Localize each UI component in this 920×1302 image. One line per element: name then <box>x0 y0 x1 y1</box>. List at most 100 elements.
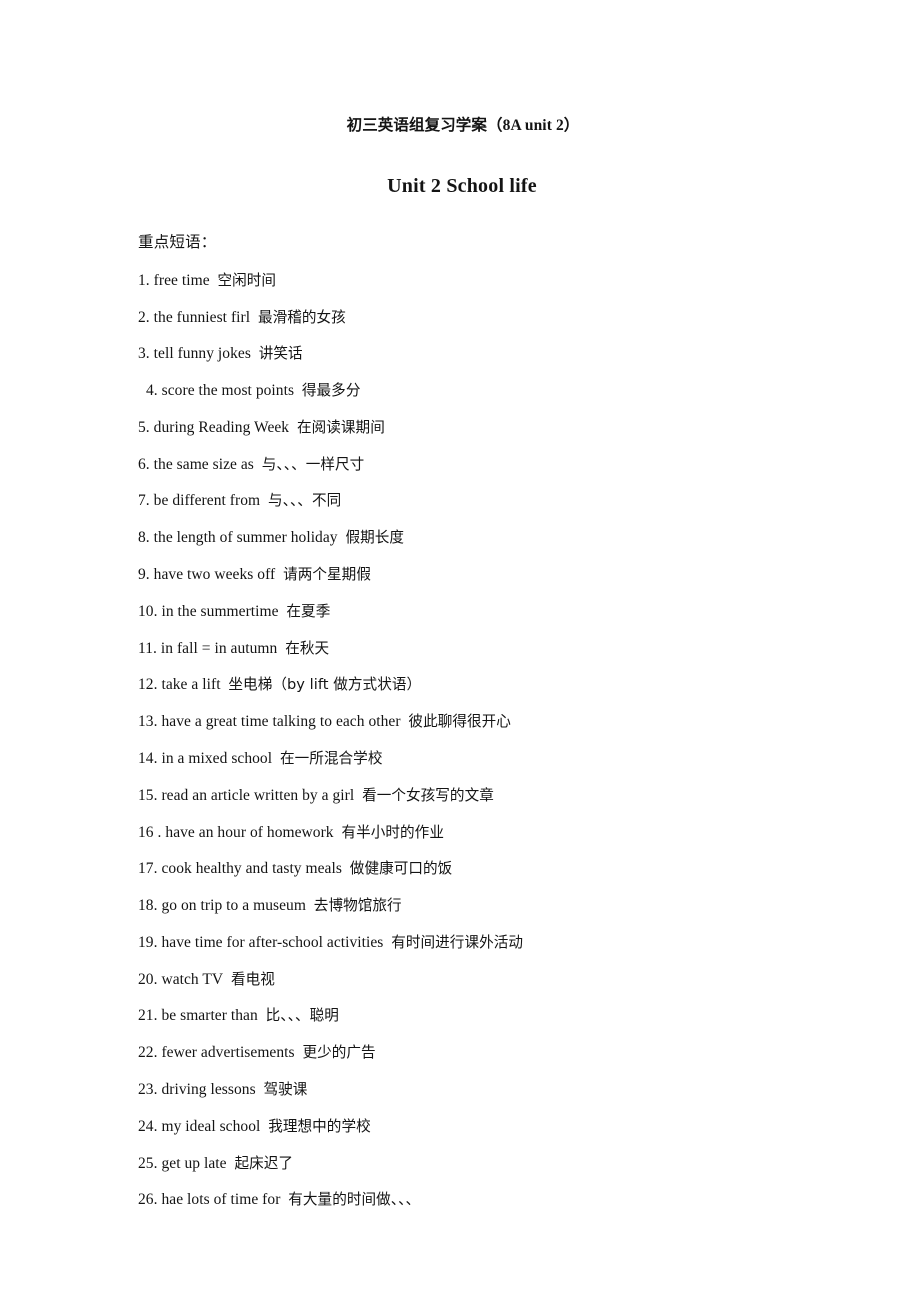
list-item-english: hae lots of time for <box>161 1191 281 1209</box>
list-item-english: during Reading Week <box>153 418 290 436</box>
list-item-chinese: 与、、、不同 <box>267 492 342 510</box>
list-item: 7. be different from 与、、、不同 <box>138 493 880 530</box>
list-item-english: tell funny jokes <box>153 345 251 363</box>
list-item-chinese: 有时间进行课外活动 <box>391 933 524 951</box>
list-item-number: 14. <box>138 749 158 767</box>
list-item-english: be different from <box>153 492 261 510</box>
list-item-chinese: 看一个女孩写的文章 <box>362 786 494 804</box>
list-item-english: watch TV <box>161 970 224 988</box>
list-item-chinese: 在一所混合学校 <box>279 749 383 767</box>
list-item: 8. the length of summer holiday 假期长度 <box>138 530 880 567</box>
list-item-number: 7. <box>138 492 150 510</box>
list-item-english: the same size as <box>153 455 254 473</box>
list-item: 10. in the summertime 在夏季 <box>138 604 880 641</box>
list-item-english: cook healthy and tasty meals <box>161 860 342 878</box>
list-item-english: in fall = in autumn <box>160 639 278 657</box>
list-item-number: 1. <box>138 271 150 289</box>
list-item: 15. read an article written by a girl 看一… <box>138 786 880 825</box>
list-item-chinese: 在阅读课期间 <box>296 418 385 436</box>
list-item: 4. score the most points 得最多分 <box>138 383 880 420</box>
list-item: 18. go on trip to a museum 去博物馆旅行 <box>138 898 880 935</box>
list-item-chinese: 最滑稽的女孩 <box>257 308 346 326</box>
list-item: 12. take a lift 坐电梯（by lift 做方式状语） <box>138 677 880 714</box>
list-item-english: score the most points <box>161 382 295 400</box>
list-item-english: free time <box>153 271 210 289</box>
list-item-chinese: 在夏季 <box>286 602 331 620</box>
document-body: 重点短语： 1. free time 空闲时间 2. the funniest f… <box>0 209 920 1229</box>
list-item-number: 2. <box>138 308 150 326</box>
list-item-english: in the summertime <box>161 602 279 620</box>
document-page: 初三英语组复习学案（8A unit 2） Unit 2 School life … <box>0 0 920 1302</box>
list-item-number: 11. <box>138 639 157 657</box>
list-item-number: 4. <box>146 382 158 400</box>
list-item-number: 20. <box>138 970 158 988</box>
list-item-english: driving lessons <box>161 1080 256 1098</box>
list-item-number: 25. <box>138 1154 158 1172</box>
list-item-number: 18. <box>138 897 158 915</box>
list-item: 17. cook healthy and tasty meals 做健康可口的饭 <box>138 861 880 898</box>
list-item-chinese: 得最多分 <box>301 382 361 400</box>
list-item-chinese: 更少的广告 <box>302 1044 376 1062</box>
list-item-number: 13. <box>138 713 158 731</box>
list-item-english: my ideal school <box>161 1117 261 1135</box>
list-item-chinese: 坐电梯（by lift 做方式状语） <box>228 676 422 694</box>
list-item: 3. tell funny jokes 讲笑话 <box>138 346 880 383</box>
list-item: 23. driving lessons 驾驶课 <box>138 1082 880 1119</box>
list-item-english: have a great time talking to each other <box>161 713 401 731</box>
list-item: 19. have time for after-school activitie… <box>138 935 880 972</box>
page-title: Unit 2 School life <box>0 147 920 196</box>
list-item-chinese: 有半小时的作业 <box>341 823 444 841</box>
list-item: 20. watch TV 看电视 <box>138 970 880 1009</box>
list-item-english: be smarter than <box>161 1007 258 1025</box>
list-item-number: 21. <box>138 1007 158 1025</box>
list-item-number: 12. <box>138 676 158 694</box>
list-item-chinese: 比、、、聪明 <box>265 1007 339 1025</box>
list-item-number: 3. <box>138 345 150 363</box>
page-title-text: Unit 2 School life <box>387 174 537 197</box>
list-item-number: 26. <box>138 1191 158 1209</box>
list-item: 6. the same size as 与、、、一样尺寸 <box>138 455 880 494</box>
document-header: 初三英语组复习学案（8A unit 2） <box>0 0 920 134</box>
list-item-english: the funniest firl <box>153 308 251 326</box>
list-item-chinese: 与、、、一样尺寸 <box>261 455 365 473</box>
list-item-chinese: 去博物馆旅行 <box>313 897 402 915</box>
list-item-chinese: 看电视 <box>231 970 275 988</box>
list-item-chinese: 起床迟了 <box>234 1154 294 1172</box>
list-item-number: 5. <box>138 418 150 436</box>
list-item-english: read an article written by a girl <box>161 786 355 804</box>
list-item-english: the length of summer holiday <box>153 529 338 547</box>
list-item: 11. in fall = in autumn 在秋天 <box>138 639 880 678</box>
list-item-number: 17. <box>138 860 158 878</box>
section-label: 重点短语： <box>138 234 217 252</box>
list-item: 13. have a great time talking to each ot… <box>138 714 880 751</box>
list-item-english: have time for after-school activities <box>161 933 384 951</box>
list-item-chinese: 有大量的时间做、、、 <box>288 1191 421 1209</box>
phrase-list: 1. free time 空闲时间 2. the funniest firl 最滑… <box>138 273 880 1229</box>
list-item-english: take a lift <box>161 676 221 694</box>
list-item: 1. free time 空闲时间 <box>138 273 880 310</box>
list-item: 5. during Reading Week 在阅读课期间 <box>138 420 880 457</box>
list-item: 9. have two weeks off 请两个星期假 <box>138 567 880 604</box>
list-item: 14. in a mixed school 在一所混合学校 <box>138 751 880 788</box>
list-item: 25. get up late 起床迟了 <box>138 1154 880 1193</box>
list-item: 22. fewer advertisements 更少的广告 <box>138 1045 880 1082</box>
list-item: 26. hae lots of time for 有大量的时间做、、、 <box>138 1192 880 1229</box>
list-item: 16 . have an hour of homework 有半小时的作业 <box>138 823 880 862</box>
list-item-number: 22. <box>138 1044 158 1062</box>
list-item-english: have two weeks off <box>153 566 276 584</box>
list-item-chinese: 彼此聊得很开心 <box>408 713 511 731</box>
list-item-chinese: 请两个星期假 <box>283 566 371 584</box>
list-item-chinese: 驾驶课 <box>263 1080 308 1098</box>
list-item: 21. be smarter than 比、、、聪明 <box>138 1008 880 1045</box>
list-item-number: 23. <box>138 1080 158 1098</box>
list-item-number: 10. <box>138 602 158 620</box>
list-item-chinese: 在秋天 <box>285 639 330 657</box>
list-item-number: 6. <box>138 455 150 473</box>
list-item-number: 16 . <box>138 823 162 841</box>
list-item: 2. the funniest firl 最滑稽的女孩 <box>138 308 880 347</box>
list-item-chinese: 空闲时间 <box>217 271 277 289</box>
list-item-chinese: 讲笑话 <box>258 345 303 363</box>
list-item-number: 8. <box>138 529 150 547</box>
list-item-english: get up late <box>161 1154 227 1172</box>
header-line-text: 初三英语组复习学案（8A unit 2） <box>346 117 580 134</box>
